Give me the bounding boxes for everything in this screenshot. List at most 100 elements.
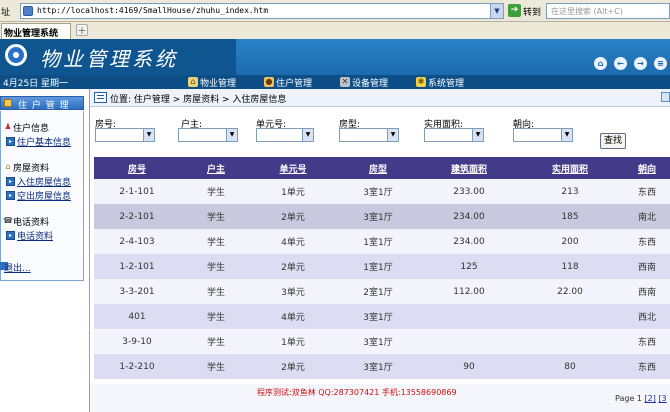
menu-icon[interactable]: ≡ xyxy=(654,57,667,70)
sidebar-item-resident-basic[interactable]: 住户基本信息 xyxy=(17,135,71,148)
table-cell: 2-1-101 xyxy=(94,179,180,204)
house-table: 房号 户主 单元号 房型 建筑面积 实用面积 朝向 2-1-101 学生 1单元 3室… xyxy=(94,157,670,379)
table-row[interactable]: 2-1-101 学生 1单元 3室1厅 233.00 213 东西 xyxy=(94,179,670,204)
table-cell: 3室1厅 xyxy=(334,179,422,204)
table-row[interactable]: 2-2-101 学生 2单元 3室1厅 234.00 185 南北 xyxy=(94,204,670,229)
address-dropdown-icon[interactable]: ▼ xyxy=(490,4,503,18)
table-cell: 4单元 xyxy=(252,229,334,254)
table-cell: 学生 xyxy=(180,229,252,254)
folder-icon xyxy=(4,99,12,107)
table-cell: 东西 xyxy=(624,179,670,204)
table-row[interactable]: 3-9-10 学生 1单元 3室1厅 东西 xyxy=(94,329,670,354)
user-group-icon: ♟ xyxy=(4,122,12,131)
go-button[interactable]: ➔ 转到 xyxy=(508,3,544,19)
page-current: Page 1 xyxy=(615,394,642,403)
app-logo-icon xyxy=(5,44,27,66)
table-cell: 185 xyxy=(516,204,624,229)
table-row[interactable]: 1-2-101 学生 2单元 1室1厅 125 118 西南 xyxy=(94,254,670,279)
tab-active[interactable]: 物业管理系统 xyxy=(1,23,71,39)
tools-icon: ✕ xyxy=(340,77,350,87)
table-cell: 3室1厅 xyxy=(334,304,422,329)
browser-search-input[interactable]: 在这里搜索 (Alt+C) xyxy=(546,3,670,19)
table-cell xyxy=(422,304,516,329)
column-header[interactable]: 房型 xyxy=(334,157,422,179)
sidebar-group-resident-info: 住户信息 xyxy=(13,124,50,134)
window-icon[interactable] xyxy=(661,92,670,102)
chevron-down-icon: ▼ xyxy=(472,129,483,141)
link-icon: ▸ xyxy=(6,137,15,146)
column-header[interactable]: 户主 xyxy=(180,157,252,179)
browser-tab-bar: 物业管理系统 + xyxy=(0,22,670,39)
link-icon: ▸ xyxy=(6,177,15,186)
sidebar-item-occupied-houses[interactable]: 入住房屋信息 xyxy=(17,175,71,188)
column-header[interactable]: 房号 xyxy=(94,157,180,179)
browser-address-bar: 址 http://localhost:4169/SmallHouse/zhuhu… xyxy=(0,0,670,22)
table-cell: 112.00 xyxy=(422,279,516,304)
table-cell: 401 xyxy=(94,304,180,329)
table-row[interactable]: 1-2-210 学生 2单元 3室1厅 90 80 东西 xyxy=(94,354,670,379)
page-link-3[interactable]: [3 xyxy=(658,394,666,403)
table-cell: 80 xyxy=(516,354,624,379)
banner-stripe xyxy=(236,39,670,75)
sidebar-group-phone: 电话资料 xyxy=(13,218,50,228)
tab-title: 物业管理系统 xyxy=(4,29,59,39)
sidebar-item-vacant-houses[interactable]: 空出房屋信息 xyxy=(17,189,71,202)
back-icon[interactable]: ← xyxy=(614,57,627,70)
table-footer: 程序测试:双鱼林 QQ:287307421 手机:13558690869 Pag… xyxy=(90,384,670,412)
filter-orientation-select[interactable]: ▼ xyxy=(513,128,573,142)
pager: Page 1 [2] [3 xyxy=(615,394,667,403)
table-row[interactable]: 2-4-103 学生 4单元 1室1厅 234.00 200 东西 xyxy=(94,229,670,254)
table-cell: 3室1厅 xyxy=(334,204,422,229)
sidebar-header: 住 户 管 理 xyxy=(0,96,84,111)
forward-icon[interactable]: → xyxy=(634,57,647,70)
table-cell: 213 xyxy=(516,179,624,204)
chevron-down-icon: ▼ xyxy=(302,129,313,141)
gear-icon: ✱ xyxy=(416,77,426,87)
main-content: 位置: 住户管理 > 房屋资料 > 入住房屋信息 房号: ▼ 户主: ▼ 单元号… xyxy=(90,89,670,412)
filter-unit-select[interactable]: ▼ xyxy=(256,128,314,142)
table-row[interactable]: 3-3-201 学生 3单元 2室1厅 112.00 22.00 西南 xyxy=(94,279,670,304)
address-url: http://localhost:4169/SmallHouse/zhuhu_i… xyxy=(37,6,269,15)
column-header[interactable]: 单元号 xyxy=(252,157,334,179)
filter-type-select[interactable]: ▼ xyxy=(339,128,399,142)
column-header[interactable]: 建筑面积 xyxy=(422,157,516,179)
table-cell: 3-9-10 xyxy=(94,329,180,354)
table-cell: 22.00 xyxy=(516,279,624,304)
table-cell: 2单元 xyxy=(252,354,334,379)
table-cell: 学生 xyxy=(180,204,252,229)
address-input[interactable]: http://localhost:4169/SmallHouse/zhuhu_i… xyxy=(20,3,504,19)
search-button[interactable]: 查找 xyxy=(600,133,626,149)
top-nav: 4月25日 星期一 ⌂ 物业管理 ● 住户管理 ✕ 设备管理 ✱ 系统管理 xyxy=(0,75,670,89)
table-cell: 东西 xyxy=(624,354,670,379)
table-cell: 2-2-101 xyxy=(94,204,180,229)
credit-text: 程序测试:双鱼林 QQ:287307421 手机:13558690869 xyxy=(257,388,457,397)
table-cell: 2室1厅 xyxy=(334,279,422,304)
address-label: 址 xyxy=(1,8,11,18)
column-header[interactable]: 朝向 xyxy=(624,157,670,179)
sidebar-item-phone-data[interactable]: 电话资料 xyxy=(17,229,53,242)
table-cell: 南北 xyxy=(624,204,670,229)
home-icon[interactable]: ⌂ xyxy=(594,57,607,70)
sidebar-menu: ♟ 住户信息 ▸ 住户基本信息 ⌂ 房屋资料 ▸ 入住房屋信息 ▸ 空出房屋信息… xyxy=(0,111,84,281)
breadcrumb: 位置: 住户管理 > 房屋资料 > 入住房屋信息 xyxy=(110,95,287,105)
new-tab-icon[interactable]: + xyxy=(76,24,88,37)
table-cell: 东西 xyxy=(624,329,670,354)
filter-room-select[interactable]: ▼ xyxy=(95,128,155,142)
table-row[interactable]: 401 学生 4单元 3室1厅 西北 xyxy=(94,304,670,329)
table-cell: 东西 xyxy=(624,229,670,254)
filter-area-select[interactable]: ▼ xyxy=(424,128,484,142)
logout-link[interactable]: 退出... xyxy=(4,261,31,274)
table-cell: 学生 xyxy=(180,254,252,279)
table-cell: 学生 xyxy=(180,304,252,329)
table-cell: 118 xyxy=(516,254,624,279)
page-favicon-icon xyxy=(23,6,33,16)
table-cell xyxy=(516,304,624,329)
table-cell: 1-2-210 xyxy=(94,354,180,379)
app-banner: 物业管理系统 ⌂ ← → ≡ xyxy=(0,39,670,75)
chevron-down-icon: ▼ xyxy=(143,129,154,141)
page-link-2[interactable]: [2] xyxy=(645,394,656,403)
chevron-down-icon: ▼ xyxy=(226,129,237,141)
table-cell: 234.00 xyxy=(422,204,516,229)
column-header[interactable]: 实用面积 xyxy=(516,157,624,179)
filter-owner-select[interactable]: ▼ xyxy=(178,128,238,142)
